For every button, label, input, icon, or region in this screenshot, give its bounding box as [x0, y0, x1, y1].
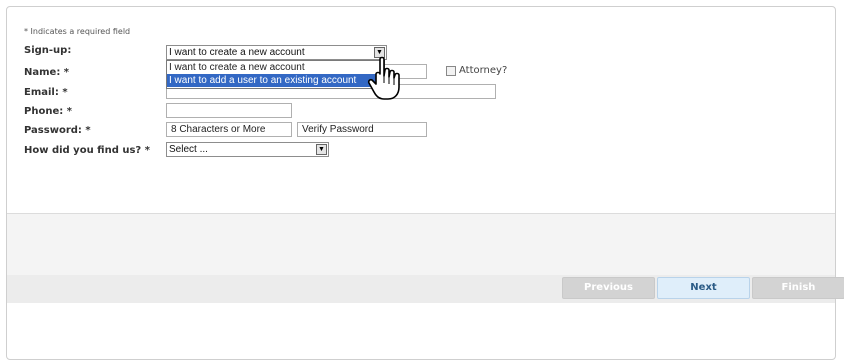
- find-us-select-value: Select ...: [169, 144, 208, 155]
- signup-form-panel: [6, 6, 836, 360]
- previous-button[interactable]: Previous: [562, 277, 655, 299]
- password-field[interactable]: 8 Characters or More: [166, 122, 292, 137]
- hand-pointer-icon: [367, 56, 400, 100]
- password-label: Password: *: [24, 125, 91, 136]
- email-label: Email: *: [24, 87, 68, 98]
- finish-button[interactable]: Finish: [752, 277, 844, 299]
- signup-label: Sign-up:: [24, 45, 72, 56]
- phone-label: Phone: *: [24, 106, 72, 117]
- dropdown-option[interactable]: I want to create a new account: [167, 61, 384, 74]
- signup-select-value: I want to create a new account: [169, 47, 305, 58]
- chevron-down-icon[interactable]: ▼: [316, 144, 327, 155]
- name-label: Name: *: [24, 67, 70, 78]
- required-note: * Indicates a required field: [24, 27, 131, 36]
- next-button[interactable]: Next: [657, 277, 750, 299]
- attorney-label: Attorney?: [459, 65, 508, 76]
- verify-password-field[interactable]: Verify Password: [297, 122, 427, 137]
- find-us-select[interactable]: Select ... ▼: [166, 142, 329, 157]
- dropdown-option-highlighted[interactable]: I want to add a user to an existing acco…: [167, 74, 384, 87]
- attorney-checkbox[interactable]: [446, 66, 456, 76]
- signup-dropdown-list[interactable]: I want to create a new account I want to…: [166, 60, 385, 89]
- find-us-label: How did you find us? *: [24, 145, 150, 156]
- footer-band: [7, 213, 835, 276]
- signup-select[interactable]: I want to create a new account ▼: [166, 45, 387, 60]
- phone-field[interactable]: [166, 103, 292, 118]
